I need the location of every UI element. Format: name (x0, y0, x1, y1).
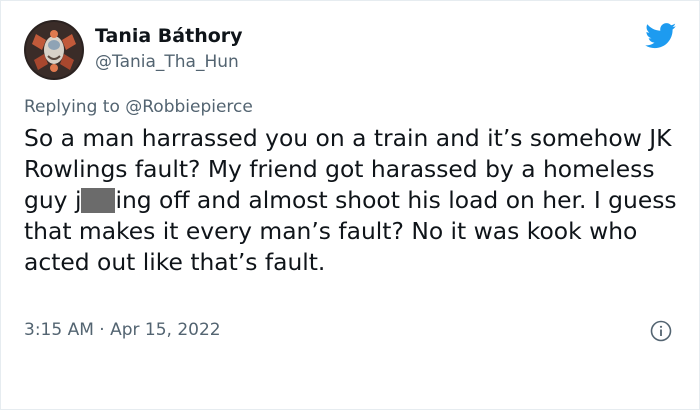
author-name[interactable]: Tania Báthory (95, 25, 243, 47)
replying-to-label: Replying to (24, 97, 120, 117)
tweet-text: So a man harrassed you on a train and it… (24, 123, 684, 278)
redaction-block (81, 188, 116, 213)
replying-to: Replying to @Robbiepierce (24, 97, 253, 117)
timestamp-separator: · (93, 320, 111, 340)
avatar[interactable] (24, 20, 84, 80)
twitter-bird-icon[interactable] (645, 23, 677, 49)
author-handle[interactable]: @Tania_Tha_Hun (95, 52, 239, 72)
tweet-text-part2: ing off and almost shoot his load on her… (24, 186, 677, 276)
avatar-image (24, 20, 84, 80)
info-icon[interactable] (650, 320, 672, 342)
tweet-card: Tania Báthory @Tania_Tha_Hun Replying to… (0, 0, 700, 410)
tweet-timestamp[interactable]: 3:15 AM · Apr 15, 2022 (24, 320, 221, 340)
tweet-time: 3:15 AM (24, 320, 94, 340)
tweet-date: Apr 15, 2022 (110, 320, 221, 340)
reply-mention-link[interactable]: @Robbiepierce (125, 97, 253, 117)
